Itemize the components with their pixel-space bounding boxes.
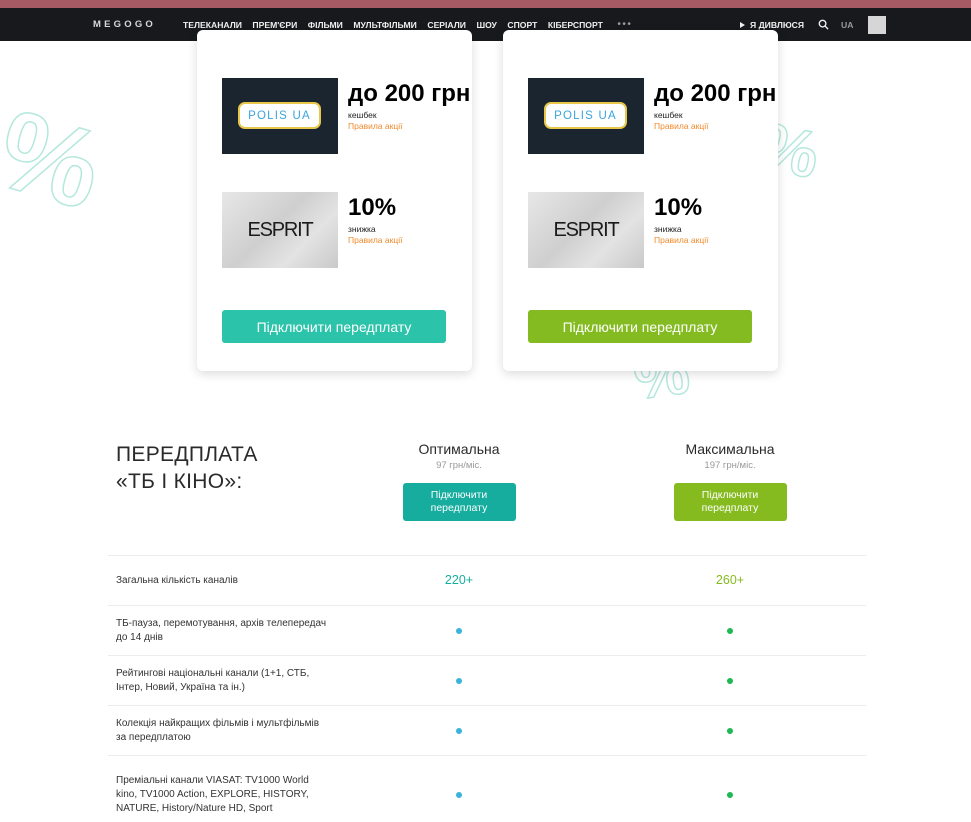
feature-label: Преміальні канали VIASAT: TV1000 World k… xyxy=(116,775,309,814)
search-icon[interactable] xyxy=(818,19,829,30)
offer-rules-link[interactable]: Правила акції xyxy=(348,234,478,246)
play-icon xyxy=(740,21,745,28)
offer-rules-link[interactable]: Правила акції xyxy=(654,234,784,246)
more-menu-icon[interactable]: ••• xyxy=(617,19,632,30)
offer-rules-link[interactable]: Правила акції xyxy=(348,120,478,132)
nav-item-movies[interactable]: ФІЛЬМИ xyxy=(308,20,343,30)
plan-price: 97 грн/міс. xyxy=(436,460,482,471)
offer-type: знижка xyxy=(654,224,682,234)
offer-info: 10% знижка Правила акції xyxy=(654,192,784,246)
plans-title-line-1: ПЕРЕДПЛАТА xyxy=(116,443,258,466)
feature-value-optimal: 220+ xyxy=(444,573,474,587)
offer-info: до 200 грн кешбек Правила акції xyxy=(348,78,478,132)
feature-row-movies-collection: Колекція найкращих фільмів і мультфільмі… xyxy=(108,705,866,755)
megogo-logo[interactable]: MEGOGO xyxy=(93,19,156,30)
nav-item-tv-channels[interactable]: ТЕЛЕКАНАЛИ xyxy=(183,20,242,30)
watching-link[interactable]: Я ДИВЛЮСЯ xyxy=(740,20,804,30)
watching-label: Я ДИВЛЮСЯ xyxy=(750,19,805,30)
plan-card-maximal: POLIS UA до 200 грн кешбек Правила акції… xyxy=(503,30,778,371)
plans-title-line-2: «ТБ І КІНО»: xyxy=(116,470,243,493)
included-dot-optimal xyxy=(456,792,462,798)
feature-label: Колекція найкращих фільмів і мультфільмі… xyxy=(116,718,320,743)
included-dot-optimal xyxy=(456,678,462,684)
offer-type: кешбек xyxy=(348,110,377,120)
offer-value: до 200 грн xyxy=(348,80,471,107)
language-switch[interactable]: UA xyxy=(841,20,853,30)
esprit-logo-text: ESPRIT xyxy=(553,218,619,241)
esprit-logo-text: ESPRIT xyxy=(247,218,313,241)
feature-row-viasat-channels: Преміальні канали VIASAT: TV1000 World k… xyxy=(108,755,866,822)
nav-item-esports[interactable]: КІБЕРСПОРТ xyxy=(548,20,603,30)
subscribe-button-optimal[interactable]: Підключити передплату xyxy=(222,310,446,343)
plan-column-optimal: Оптимальна 97 грн/міс. Підключити передп… xyxy=(379,441,539,521)
nav-item-sport[interactable]: СПОРТ xyxy=(507,20,537,30)
plan-name: Оптимальна xyxy=(418,441,500,457)
percent-decoration-left: % xyxy=(0,85,116,234)
feature-row-tv-pause: ТБ-пауза, перемотування, архів телеперед… xyxy=(108,605,866,655)
offer-value: 10% xyxy=(348,194,397,221)
offer-value: до 200 грн xyxy=(654,80,777,107)
offer-info: 10% знижка Правила акції xyxy=(348,192,478,246)
nav-item-series[interactable]: СЕРІАЛИ xyxy=(427,20,466,30)
plan-price: 197 грн/міс. xyxy=(704,460,756,471)
nav-item-premieres[interactable]: ПРЕМ'ЄРИ xyxy=(252,20,297,30)
top-color-strip xyxy=(0,0,971,8)
offer-type: кешбек xyxy=(654,110,683,120)
esprit-logo: ESPRIT xyxy=(222,192,338,268)
polis-ua-logo: POLIS UA xyxy=(222,78,338,154)
offer-value: 10% xyxy=(654,194,703,221)
nav-item-shows[interactable]: ШОУ xyxy=(476,20,496,30)
polis-ua-logo-frame: POLIS UA xyxy=(544,102,627,129)
included-dot-optimal xyxy=(456,728,462,734)
plan-card-optimal: POLIS UA до 200 грн кешбек Правила акції… xyxy=(197,30,472,371)
plan-subscribe-button-maximal[interactable]: Підключити передплату xyxy=(673,483,787,521)
polis-ua-logo: POLIS UA xyxy=(528,78,644,154)
included-dot-maximal xyxy=(727,678,733,684)
feature-row-national-channels: Рейтингові національні канали (1+1, СТБ,… xyxy=(108,655,866,705)
included-dot-maximal xyxy=(727,628,733,634)
feature-label: Загальна кількість каналів xyxy=(116,575,238,586)
user-avatar[interactable] xyxy=(868,15,887,34)
feature-label: Рейтингові національні канали (1+1, СТБ,… xyxy=(116,668,310,693)
feature-row-channels: Загальна кількість каналів 220+ 260+ xyxy=(108,555,866,605)
included-dot-maximal xyxy=(727,792,733,798)
polis-ua-logo-text: POLIS UA xyxy=(248,109,311,122)
plan-column-maximal: Максимальна 197 грн/міс. Підключити пере… xyxy=(650,441,810,521)
offer-rules-link[interactable]: Правила акції xyxy=(654,120,784,132)
top-navigation-bar: MEGOGO ТЕЛЕКАНАЛИ ПРЕМ'ЄРИ ФІЛЬМИ МУЛЬТФ… xyxy=(0,8,971,41)
feature-value-maximal: 260+ xyxy=(715,573,745,587)
esprit-logo: ESPRIT xyxy=(528,192,644,268)
feature-label: ТБ-пауза, перемотування, архів телеперед… xyxy=(116,618,327,643)
plans-section-title: ПЕРЕДПЛАТА «ТБ І КІНО»: xyxy=(116,441,258,495)
polis-ua-logo-frame: POLIS UA xyxy=(238,102,321,129)
subscribe-button-maximal[interactable]: Підключити передплату xyxy=(528,310,752,343)
nav-item-cartoons[interactable]: МУЛЬТФІЛЬМИ xyxy=(353,20,417,30)
offer-type: знижка xyxy=(348,224,376,234)
plan-subscribe-button-optimal[interactable]: Підключити передплату xyxy=(402,483,516,521)
polis-ua-logo-text: POLIS UA xyxy=(554,109,617,122)
plan-name: Максимальна xyxy=(685,441,775,457)
offer-info: до 200 грн кешбек Правила акції xyxy=(654,78,784,132)
included-dot-maximal xyxy=(727,728,733,734)
included-dot-optimal xyxy=(456,628,462,634)
